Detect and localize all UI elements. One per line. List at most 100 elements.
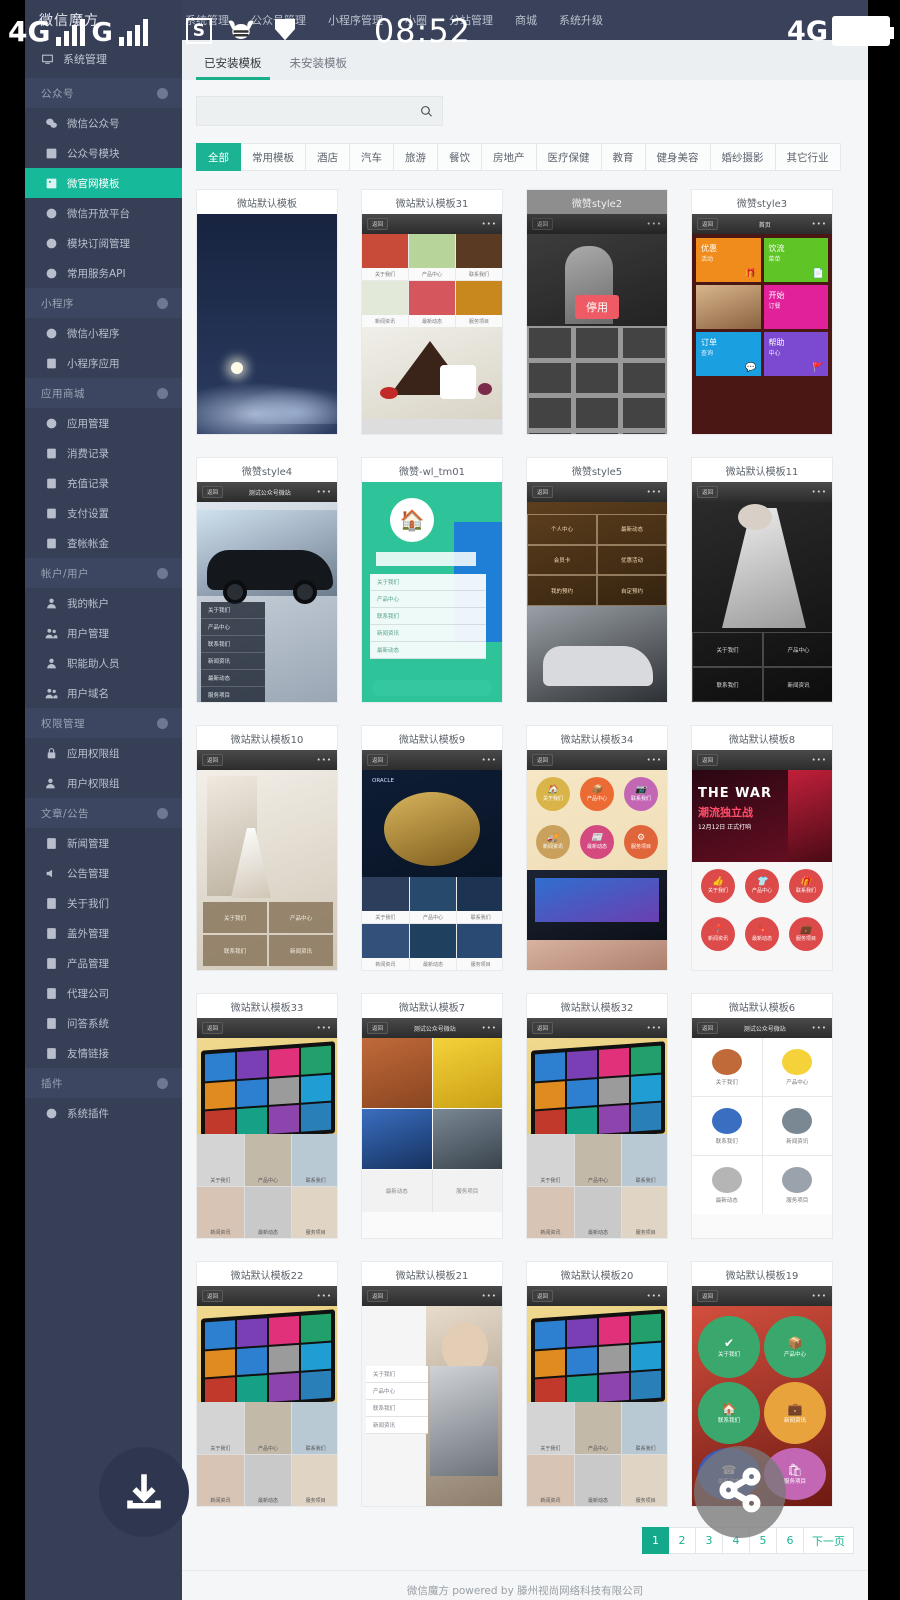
template-thumbnail[interactable] bbox=[197, 214, 337, 434]
sidebar-item-2-1[interactable]: 微信小程序 bbox=[25, 318, 182, 348]
metro-tile[interactable] bbox=[696, 285, 761, 329]
template-card-4[interactable]: 微赞style3 返回 首页 ••• 优惠 活动 🎁 饮流 菜单 📄 开始 订餐 订单 查询 💬 帮助 中心 🚩 bbox=[691, 189, 833, 435]
filter-chip-4[interactable]: 汽车 bbox=[350, 143, 394, 171]
round-cell[interactable]: 服务项目 bbox=[762, 1156, 832, 1214]
template-card-10[interactable]: 微站默认模板9 返回 ••• ORACLE 关于我们 产品中心 联系我们 新闻资讯 最新动态 服务… bbox=[361, 725, 503, 971]
grid-cell[interactable]: 联系我们 bbox=[692, 667, 763, 702]
template-thumbnail[interactable]: 返回 ••• 关于我们 产品中心 联系我们 新闻资讯 最新动态 服务项目 bbox=[527, 1018, 667, 1238]
grid-cell[interactable]: 服务项目 bbox=[622, 1454, 667, 1506]
menu-row[interactable]: 新闻资讯 bbox=[370, 625, 486, 642]
menu-row[interactable]: 新闻资讯 bbox=[201, 653, 265, 670]
template-card-17[interactable]: 微站默认模板22 返回 ••• 关于我们 产品中心 联系我们 新闻资讯 最新动态 服务项目 bbox=[196, 1261, 338, 1507]
sidebar-item-6-6[interactable]: 代理公司 bbox=[25, 978, 182, 1008]
sidebar-group-header[interactable]: 帐户/用户 bbox=[25, 558, 182, 588]
menu-row[interactable]: 产品中心 bbox=[370, 591, 486, 608]
tile[interactable]: 关于我们 bbox=[362, 234, 408, 280]
grid-cell[interactable]: 新闻资讯 bbox=[527, 1186, 574, 1238]
template-thumbnail[interactable]: 返回 ••• 关于我们 产品中心 联系我们 新闻资讯 最新动态 服务项目 bbox=[197, 1286, 337, 1506]
template-card-11[interactable]: 微站默认模板34 返回 ••• 🏠 关于我们 📦 产品中心 📷 联系我们 🚚 新闻资讯 📰 最新动态 ⚙ 服… bbox=[526, 725, 668, 971]
grid-cell[interactable]: 新闻资讯 bbox=[197, 1186, 244, 1238]
sidebar-item-1-4[interactable]: 微信开放平台 bbox=[25, 198, 182, 228]
grid-cell[interactable]: 服务项目 bbox=[292, 1186, 337, 1238]
tile[interactable]: 联系我们 bbox=[456, 234, 502, 280]
sidebar-group-header[interactable]: 文章/公告 bbox=[25, 798, 182, 828]
sidebar-item-3-2[interactable]: 消费记录 bbox=[25, 438, 182, 468]
circle-button[interactable]: 🎁 联系我们 bbox=[789, 869, 823, 903]
template-thumbnail[interactable]: 返回 测试公众号微站 ••• 关于我们 产品中心 联系我们 新闻资讯 最新动态 服务项目 bbox=[197, 482, 337, 702]
circle-button[interactable]: 🏠 关于我们 bbox=[536, 777, 570, 811]
template-thumbnail[interactable]: 🏠 关于我们 产品中心 联系我们 新闻资讯 最新动态 bbox=[362, 482, 502, 702]
metro-tile[interactable]: 开始 订餐 bbox=[763, 285, 828, 329]
template-card-2[interactable]: 微站默认模板31 返回 ••• 关于我们 产品中心 联系我们 新闻资讯 最新动态 服务项目 bbox=[361, 189, 503, 435]
search-icon[interactable] bbox=[420, 105, 433, 118]
filter-chip-9[interactable]: 教育 bbox=[601, 143, 646, 171]
template-card-3[interactable]: 微赞style2 返回 ••• 停用 bbox=[526, 189, 668, 435]
filter-chip-11[interactable]: 婚纱摄影 bbox=[710, 143, 776, 171]
topnav-item[interactable]: 小程序管理 bbox=[328, 12, 383, 28]
circle-button[interactable]: 📷 联系我们 bbox=[624, 777, 658, 811]
cross-cell[interactable]: 自定预约 bbox=[597, 575, 667, 606]
metro-tile[interactable]: 订单 查询 💬 bbox=[696, 332, 761, 376]
sidebar-item-6-4[interactable]: 盖外管理 bbox=[25, 918, 182, 948]
menu-row[interactable]: 产品中心 bbox=[201, 619, 265, 636]
template-card-7[interactable]: 微赞style5 返回 ••• 个人中心 最新动态 会员卡 优惠活动 我的预约 自定预约 bbox=[526, 457, 668, 703]
sidebar-group-header[interactable]: 权限管理 bbox=[25, 708, 182, 738]
template-thumbnail[interactable]: 返回 ••• bbox=[527, 214, 667, 434]
grid-cell[interactable]: 产品中心 bbox=[244, 1402, 292, 1454]
sidebar-item-6-8[interactable]: 友情链接 bbox=[25, 1038, 182, 1068]
grid-cell[interactable]: 关于我们 bbox=[197, 1134, 244, 1186]
round-cell[interactable]: 最新动态 bbox=[692, 1156, 762, 1214]
sidebar-item-1-1[interactable]: 微信公众号 bbox=[25, 108, 182, 138]
sidebar-item-2-2[interactable]: 小程序应用 bbox=[25, 348, 182, 378]
template-card-9[interactable]: 微站默认模板10 返回 ••• 关于我们 产品中心 联系我们 新闻资讯 bbox=[196, 725, 338, 971]
template-card-12[interactable]: 微站默认模板8 返回 ••• THE WAR 潮流独立战 12月12日 正式打响 👍 关于我们… bbox=[691, 725, 833, 971]
collapse-icon[interactable] bbox=[157, 1077, 168, 1089]
sidebar-item-1-6[interactable]: 常用服务API bbox=[25, 258, 182, 288]
template-thumbnail[interactable]: 返回 测试公众号微站 ••• 最新动态 服务项目 bbox=[362, 1018, 502, 1238]
grid-cell[interactable]: 联系我们 bbox=[622, 1402, 667, 1454]
template-thumbnail[interactable]: 返回 ••• ORACLE 关于我们 产品中心 联系我们 新闻资讯 最新动态 服务项目 bbox=[362, 750, 502, 970]
metro-tile[interactable]: 优惠 活动 🎁 bbox=[696, 238, 761, 282]
cross-cell[interactable]: 最新动态 bbox=[597, 514, 667, 545]
circle-button[interactable]: 📰 最新动态 bbox=[580, 825, 614, 859]
filter-chip-1[interactable]: 全部 bbox=[196, 143, 241, 171]
template-thumbnail[interactable]: 返回 ••• 🏠 关于我们 📦 产品中心 📷 联系我们 🚚 新闻资讯 📰 最新动态 ⚙ 服务项目 bbox=[527, 750, 667, 970]
filter-chip-12[interactable]: 其它行业 bbox=[775, 143, 841, 171]
topnav-item[interactable]: 公众号管理 bbox=[251, 12, 306, 28]
collapse-icon[interactable] bbox=[157, 87, 168, 99]
tile[interactable]: 最新动态 bbox=[409, 924, 457, 970]
tile[interactable]: 最新动态 bbox=[409, 281, 455, 327]
menu-row[interactable]: 关于我们 bbox=[366, 1366, 428, 1383]
template-thumbnail[interactable]: 返回 ••• THE WAR 潮流独立战 12月12日 正式打响 👍 关于我们 👕 产品中心 🎁 联… bbox=[692, 750, 832, 970]
topnav-item[interactable]: 小圈 bbox=[405, 12, 427, 28]
pagination-page-6[interactable]: 6 bbox=[777, 1527, 804, 1554]
topnav-item[interactable]: 商城 bbox=[515, 12, 537, 28]
menu-row[interactable]: 关于我们 bbox=[370, 574, 486, 591]
grid-cell[interactable]: 联系我们 bbox=[292, 1402, 337, 1454]
grid-cell[interactable]: 最新动态 bbox=[244, 1186, 292, 1238]
search-input[interactable] bbox=[197, 97, 420, 125]
grid-cell[interactable]: 最新动态 bbox=[574, 1454, 622, 1506]
sidebar-item-7-1[interactable]: 系统插件 bbox=[25, 1098, 182, 1128]
tab-uninstalled-templates[interactable]: 未安装模板 bbox=[276, 55, 362, 80]
grid-cell[interactable]: 关于我们 bbox=[527, 1402, 574, 1454]
round-cell[interactable]: 新闻资讯 bbox=[762, 1097, 832, 1155]
tile[interactable]: 新闻资讯 bbox=[362, 924, 409, 970]
sidebar-item-4-1[interactable]: 我的帐户 bbox=[25, 588, 182, 618]
search-box[interactable] bbox=[196, 96, 443, 126]
collapse-icon[interactable] bbox=[157, 807, 168, 819]
grid-cell[interactable]: 关于我们 bbox=[197, 1402, 244, 1454]
tile[interactable]: 服务项目 bbox=[456, 281, 502, 327]
sidebar-item-6-1[interactable]: 新闻管理 bbox=[25, 828, 182, 858]
cross-cell[interactable]: 会员卡 bbox=[527, 544, 597, 576]
template-card-14[interactable]: 微站默认模板7 返回 测试公众号微站 ••• 最新动态 服务项目 bbox=[361, 993, 503, 1239]
circle-button[interactable]: 🔖 最新动态 bbox=[745, 917, 779, 951]
collapse-icon[interactable] bbox=[157, 387, 168, 399]
cross-cell[interactable]: 我的预约 bbox=[527, 575, 597, 606]
menu-row[interactable]: 联系我们 bbox=[370, 608, 486, 625]
sidebar-item-3-5[interactable]: 查帐帐金 bbox=[25, 528, 182, 558]
topnav-item[interactable]: 分站管理 bbox=[449, 12, 493, 28]
sidebar-item-6-2[interactable]: 公告管理 bbox=[25, 858, 182, 888]
template-thumbnail[interactable]: 返回 ••• 关于我们 产品中心 联系我们 新闻资讯 bbox=[197, 750, 337, 970]
menu-row[interactable]: 新闻资讯 bbox=[366, 1417, 428, 1434]
